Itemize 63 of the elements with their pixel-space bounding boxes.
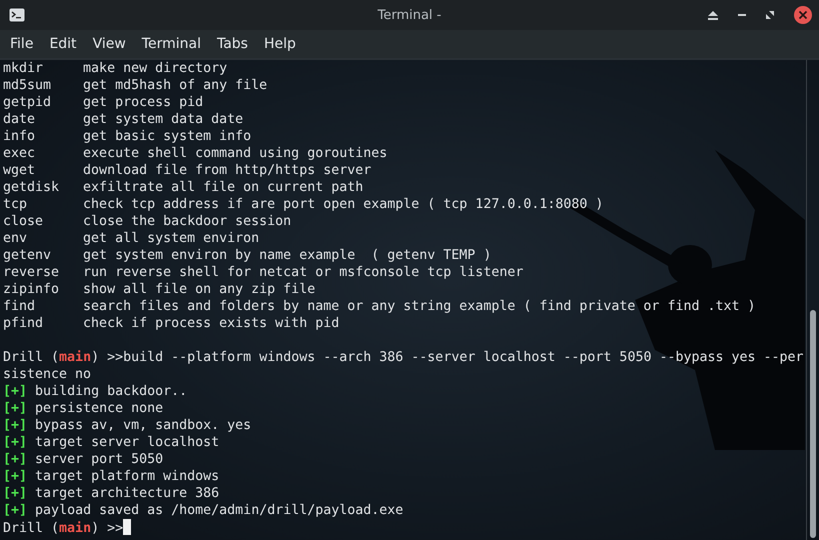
command-description: get all system environ (83, 231, 260, 246)
success-marker: [+] (3, 435, 28, 450)
command-description: get basic system info (83, 129, 252, 144)
success-marker: [+] (3, 452, 28, 467)
command-name: getdisk (3, 179, 60, 196)
command-name: env (3, 230, 28, 247)
command-description: run reverse shell for netcat or msfconsole tcp listener (83, 265, 524, 280)
command-name: mkdir (3, 60, 44, 77)
command-description: search files and folders by name or any string example ( find private or find .txt ) (83, 299, 756, 314)
output-text: payload saved as /home/admin/drill/payload.exe (35, 503, 404, 518)
success-marker: [+] (3, 503, 28, 518)
success-marker: [+] (3, 384, 28, 399)
command-description: download file from http/https server (83, 163, 372, 178)
text-cursor (123, 519, 132, 535)
window-title: Terminal - (376, 8, 442, 22)
menu-item[interactable]: View (92, 36, 134, 52)
output-text: target server localhost (35, 435, 220, 450)
command-name: reverse (3, 264, 60, 281)
command-description: close the backdoor session (83, 214, 292, 229)
command-name: tcp (3, 196, 28, 213)
command-name: getenv (3, 247, 52, 264)
close-icon[interactable] (794, 6, 812, 24)
command-description: get md5hash of any file (83, 78, 268, 93)
command-description: make new directory (83, 61, 228, 76)
menu-item[interactable]: Help (264, 36, 304, 52)
success-marker: [+] (3, 486, 28, 501)
command-description: show all file on any zip file (83, 282, 316, 297)
command-name: pfind (3, 315, 44, 332)
command-name: find (3, 298, 36, 315)
command-name: md5sum (3, 77, 52, 94)
menu-item[interactable]: Edit (49, 36, 85, 52)
maximize-icon[interactable] (766, 11, 774, 19)
command-description: exfiltrate all file on current path (83, 180, 364, 195)
menu-item[interactable]: File (10, 36, 42, 52)
success-marker: [+] (3, 401, 28, 416)
output-text: persistence none (35, 401, 164, 416)
terminal-icon (9, 8, 25, 22)
success-marker: [+] (3, 418, 28, 433)
output-text: server port 5050 (35, 452, 164, 467)
output-text: building backdoor.. (35, 384, 188, 399)
command-description: get process pid (83, 95, 204, 110)
menu-item[interactable]: Tabs (216, 36, 256, 52)
output-text: target platform windows (35, 469, 220, 484)
command-name: date (3, 111, 36, 128)
shell-prompt: Drill (main) >> (3, 521, 124, 536)
command-name: close (3, 213, 44, 230)
command-description: execute shell command using goroutines (83, 146, 388, 161)
output-text: bypass av, vm, sandbox. yes (35, 418, 252, 433)
command-name: wget (3, 162, 36, 179)
success-marker: [+] (3, 469, 28, 484)
command-name: info (3, 128, 36, 145)
output-text: target architecture 386 (35, 486, 220, 501)
command-description: check if process exists with pid (83, 316, 340, 331)
command-name: getpid (3, 94, 52, 111)
scrollbar-thumb[interactable] (810, 310, 816, 538)
command-description: check tcp address if are port open example ( tcp 127.0.0.1:8080 ) (83, 197, 604, 212)
command-name: exec (3, 145, 36, 162)
command-name: zipinfo (3, 281, 60, 298)
menu-item[interactable]: Terminal (142, 36, 209, 52)
scrollbar[interactable] (806, 60, 817, 540)
command-description: get system environ by name example ( getenv TEMP ) (83, 248, 492, 263)
command-description: get system data date (83, 112, 244, 127)
keep-above-icon[interactable] (708, 10, 718, 20)
